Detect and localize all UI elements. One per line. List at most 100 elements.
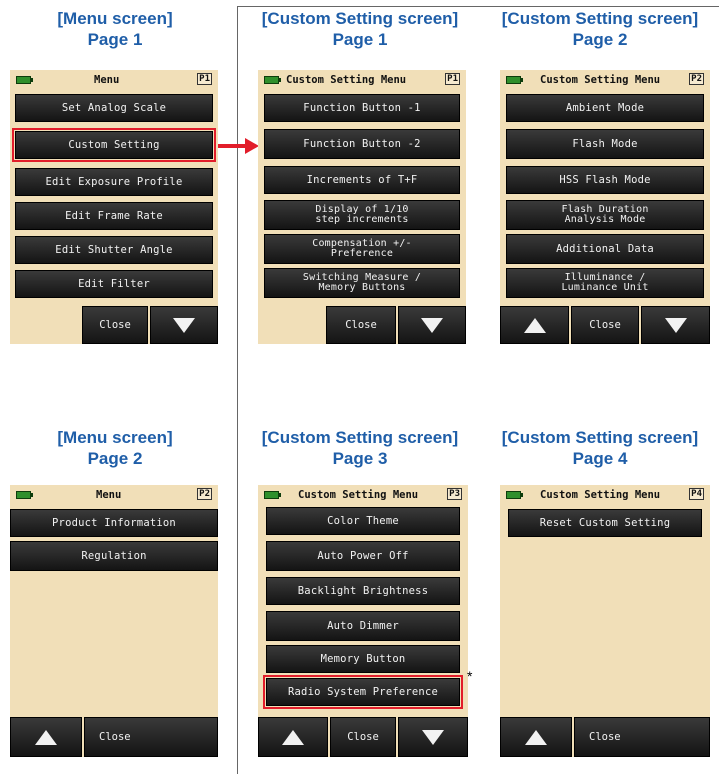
screen-header: Custom Setting Menu P2 <box>500 70 710 92</box>
battery-icon <box>506 491 523 499</box>
cs-item-color-theme[interactable]: Color Theme <box>266 507 460 535</box>
cs-item-function-button-2[interactable]: Function Button -2 <box>264 129 460 159</box>
page-indicator: P1 <box>445 73 460 85</box>
cs-item-auto-dimmer[interactable]: Auto Dimmer <box>266 611 460 641</box>
caption-line: [Custom Setting screen] <box>261 428 459 447</box>
cs-item-hss-flash-mode[interactable]: HSS Flash Mode <box>506 166 704 194</box>
menu-item-set-analog-scale[interactable]: Set Analog Scale <box>15 94 213 122</box>
triangle-down-icon <box>173 317 195 333</box>
triangle-up-icon <box>525 729 547 745</box>
menu-item-regulation[interactable]: Regulation <box>10 541 218 571</box>
screen-title: Custom Setting Menu <box>298 489 419 501</box>
prev-page-button[interactable] <box>500 717 572 757</box>
prev-page-button[interactable] <box>258 717 328 757</box>
footnote-asterisk: * <box>467 668 473 684</box>
screen-title: Custom Setting Menu <box>540 489 661 501</box>
close-button[interactable]: Close <box>574 717 710 757</box>
cs-item-flash-mode[interactable]: Flash Mode <box>506 129 704 159</box>
cs-item-reset-custom-setting[interactable]: Reset Custom Setting <box>508 509 702 537</box>
horizontal-divider <box>237 6 719 7</box>
cs-page2-screen: Custom Setting Menu P2 Ambient Mode Flas… <box>500 70 710 344</box>
caption-line: Page 1 <box>87 30 143 49</box>
caption-cs-page1: [Custom Setting screen] Page 1 <box>242 8 478 50</box>
screen-title: Custom Setting Menu <box>286 74 407 86</box>
screen-header: Custom Setting Menu P1 <box>258 70 466 92</box>
caption-menu-page2: [Menu screen] Page 2 <box>10 427 220 469</box>
caption-line: [Custom Setting screen] <box>501 9 699 28</box>
triangle-down-icon <box>422 729 444 745</box>
caption-line: Page 3 <box>332 449 388 468</box>
screen-header: Menu P2 <box>10 485 218 507</box>
cs-item-memory-button[interactable]: Memory Button <box>266 645 460 673</box>
triangle-down-icon <box>421 317 443 333</box>
caption-line: Page 2 <box>87 449 143 468</box>
close-button[interactable]: Close <box>84 717 218 757</box>
cs-item-additional-data[interactable]: Additional Data <box>506 234 704 264</box>
cs-item-ambient-mode[interactable]: Ambient Mode <box>506 94 704 122</box>
cs-item-switching-buttons[interactable]: Switching Measure / Memory Buttons <box>264 268 460 298</box>
prev-page-button[interactable] <box>10 717 82 757</box>
caption-line: Page 4 <box>572 449 628 468</box>
page-indicator: P1 <box>197 73 212 85</box>
menu-page2-screen: Menu P2 Product Information Regulation C… <box>10 485 218 757</box>
caption-line: [Custom Setting screen] <box>261 9 459 28</box>
page-indicator: P3 <box>447 488 462 500</box>
vertical-divider <box>237 6 238 774</box>
battery-icon <box>264 491 281 499</box>
triangle-up-icon <box>35 729 57 745</box>
caption-line: Page 1 <box>332 30 388 49</box>
screen-title: Menu <box>94 74 120 86</box>
caption-menu-page1: [Menu screen] Page 1 <box>10 8 220 50</box>
cs-page3-screen: Custom Setting Menu P3 Color Theme Auto … <box>258 485 468 757</box>
next-page-button[interactable] <box>150 306 218 344</box>
next-page-button[interactable] <box>398 306 466 344</box>
cs-item-function-button-1[interactable]: Function Button -1 <box>264 94 460 122</box>
prev-page-button[interactable] <box>500 306 569 344</box>
cs-item-increments[interactable]: Increments of T+F <box>264 166 460 194</box>
caption-line: [Menu screen] <box>57 9 173 28</box>
close-button[interactable]: Close <box>330 717 396 757</box>
caption-line: [Custom Setting screen] <box>501 428 699 447</box>
cs-item-backlight-brightness[interactable]: Backlight Brightness <box>266 577 460 605</box>
screen-header: Custom Setting Menu P3 <box>258 485 468 507</box>
menu-item-product-information[interactable]: Product Information <box>10 509 218 537</box>
menu-item-edit-frame-rate[interactable]: Edit Frame Rate <box>15 202 213 230</box>
battery-icon <box>506 76 523 84</box>
arrow-shaft <box>218 144 246 148</box>
page-indicator: P4 <box>689 488 704 500</box>
screen-header: Custom Setting Menu P4 <box>500 485 710 507</box>
close-button[interactable]: Close <box>326 306 396 344</box>
triangle-up-icon <box>523 317 546 333</box>
caption-cs-page4: [Custom Setting screen] Page 4 <box>482 427 718 469</box>
next-page-button[interactable] <box>641 306 710 344</box>
cs-item-auto-power-off[interactable]: Auto Power Off <box>266 541 460 571</box>
caption-cs-page3: [Custom Setting screen] Page 3 <box>242 427 478 469</box>
triangle-up-icon <box>282 729 304 745</box>
page-indicator: P2 <box>197 488 212 500</box>
screen-header: Menu P1 <box>10 70 218 92</box>
close-button[interactable]: Close <box>571 306 639 344</box>
cs-item-flash-duration[interactable]: Flash Duration Analysis Mode <box>506 200 704 230</box>
menu-item-edit-exposure-profile[interactable]: Edit Exposure Profile <box>15 168 213 196</box>
battery-icon <box>16 76 33 84</box>
close-button[interactable]: Close <box>82 306 148 344</box>
caption-line: [Menu screen] <box>57 428 173 447</box>
battery-icon <box>16 491 33 499</box>
cs-item-illuminance-unit[interactable]: Illuminance / Luminance Unit <box>506 268 704 298</box>
page-indicator: P2 <box>689 73 704 85</box>
battery-icon <box>264 76 281 84</box>
menu-item-edit-shutter-angle[interactable]: Edit Shutter Angle <box>15 236 213 264</box>
menu-page1-screen: Menu P1 Set Analog Scale Custom Setting … <box>10 70 218 344</box>
menu-item-edit-filter[interactable]: Edit Filter <box>15 270 213 298</box>
cs-item-compensation[interactable]: Compensation +/- Preference <box>264 234 460 264</box>
caption-line: Page 2 <box>572 30 628 49</box>
cs-page1-screen: Custom Setting Menu P1 Function Button -… <box>258 70 466 344</box>
caption-cs-page2: [Custom Setting screen] Page 2 <box>482 8 718 50</box>
screen-title: Custom Setting Menu <box>540 74 661 86</box>
menu-item-custom-setting[interactable]: Custom Setting <box>12 128 216 162</box>
cs-item-display-step[interactable]: Display of 1/10 step increments <box>264 200 460 230</box>
triangle-down-icon <box>664 317 687 333</box>
next-page-button[interactable] <box>398 717 468 757</box>
arrow-right-icon <box>245 138 259 154</box>
cs-item-radio-system-preference[interactable]: Radio System Preference <box>263 675 463 709</box>
